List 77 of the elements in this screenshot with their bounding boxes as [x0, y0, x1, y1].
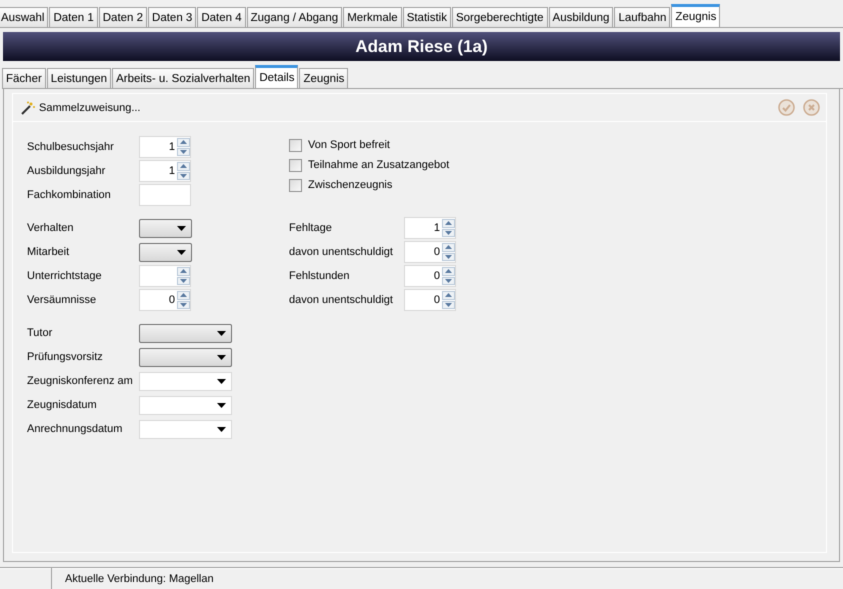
field-label: Ausbildungsjahr — [27, 165, 106, 177]
tab[interactable]: Zugang / Abgang — [246, 7, 342, 27]
field-label: Tutor — [27, 327, 54, 339]
up-arrow-icon — [180, 164, 187, 168]
spinner-field[interactable]: 0 — [404, 241, 456, 263]
checkbox-label: Zwischenzeugnis — [308, 179, 392, 191]
dropdown[interactable] — [139, 242, 192, 262]
field-label: Fehltage — [289, 222, 333, 234]
field-label: davon unentschuldigt — [289, 294, 394, 306]
tab[interactable]: Daten 4 — [197, 7, 246, 27]
up-arrow-icon — [180, 293, 187, 298]
checkbox-label: Teilnahme an Zusatzangebot — [308, 159, 450, 171]
dropdown[interactable] — [139, 218, 192, 238]
field-label: Unterrichtstage — [27, 270, 103, 282]
dropdown-arrow-icon — [177, 226, 186, 230]
tab[interactable]: Sorgeberechtigte — [452, 7, 548, 27]
dropdown-arrow-icon — [217, 378, 226, 384]
spinner-field[interactable]: 1 — [404, 217, 456, 239]
tab[interactable]: Daten 1 — [49, 7, 98, 27]
down-arrow-icon — [445, 278, 452, 283]
dropdown-arrow-icon — [177, 250, 186, 254]
field-label: Verhalten — [27, 222, 74, 234]
tab[interactable]: Zeugnis — [671, 4, 720, 27]
spinner-field[interactable] — [139, 265, 191, 287]
tab[interactable]: Details — [255, 65, 298, 88]
status-text: Aktuelle Verbindung: Magellan — [64, 572, 214, 584]
tab[interactable]: Zeugnis — [299, 68, 348, 88]
up-arrow-icon — [445, 269, 452, 274]
field-label: davon unentschuldigt — [289, 246, 394, 258]
up-arrow-icon — [445, 221, 452, 226]
field-label: Anrechnungsdatum — [27, 423, 124, 435]
batch-assign-button[interactable]: Sammelzuweisung... — [21, 100, 140, 114]
up-arrow-icon — [445, 245, 452, 250]
field-label: Versäumnisse — [27, 294, 98, 306]
spinner-field[interactable]: 0 — [139, 289, 191, 311]
up-arrow-icon — [445, 293, 452, 298]
down-arrow-icon — [180, 302, 187, 307]
student-name: Adam Riese (1a) — [355, 36, 488, 56]
down-arrow-icon — [180, 174, 187, 178]
field-label: Prüfungsvorsitz — [27, 351, 104, 363]
spinner-field[interactable]: 0 — [404, 289, 456, 311]
tab[interactable]: Statistik — [402, 7, 451, 27]
spinner-field[interactable]: 1 — [139, 160, 191, 182]
tab[interactable]: Ausbildung — [548, 7, 614, 27]
field-label: Zeugniskonferenz am — [27, 375, 134, 387]
field-label: Zeugnisdatum — [27, 399, 98, 411]
dropdown-arrow-icon — [217, 426, 226, 432]
checkbox[interactable] — [289, 158, 302, 172]
tab[interactable]: Merkmale — [343, 7, 402, 27]
up-arrow-icon — [180, 140, 187, 144]
dropdown-arrow-icon — [217, 402, 226, 408]
spinner-field[interactable]: 1 — [139, 136, 191, 158]
field-label: Fachkombination — [27, 189, 112, 201]
down-arrow-icon — [445, 230, 452, 235]
tab[interactable]: Fächer — [2, 68, 46, 88]
dropdown-arrow-icon — [217, 330, 226, 336]
spinner-field[interactable]: 0 — [404, 265, 456, 287]
tab[interactable]: Arbeits- u. Sozialverhalten — [112, 68, 254, 88]
checkbox[interactable] — [289, 178, 302, 192]
field-label: Fehlstunden — [289, 270, 351, 282]
up-arrow-icon — [180, 269, 187, 274]
down-arrow-icon — [445, 254, 452, 259]
tab[interactable]: Daten 3 — [148, 7, 196, 27]
field-label: Mitarbeit — [27, 246, 70, 258]
checkbox[interactable] — [289, 138, 302, 152]
dropdown-arrow-icon — [217, 354, 226, 360]
down-arrow-icon — [445, 302, 452, 307]
text-field[interactable] — [139, 184, 191, 206]
down-arrow-icon — [180, 278, 187, 283]
checkbox-label: Von Sport befreit — [308, 139, 390, 151]
tab[interactable]: Auswahl — [0, 7, 48, 27]
down-arrow-icon — [180, 150, 187, 154]
tab[interactable]: Laufbahn — [614, 7, 670, 27]
field-label: Schulbesuchsjahr — [27, 141, 115, 153]
magic-wand-icon — [21, 100, 35, 114]
tab[interactable]: Daten 2 — [98, 7, 148, 27]
tab[interactable]: Leistungen — [46, 68, 112, 88]
